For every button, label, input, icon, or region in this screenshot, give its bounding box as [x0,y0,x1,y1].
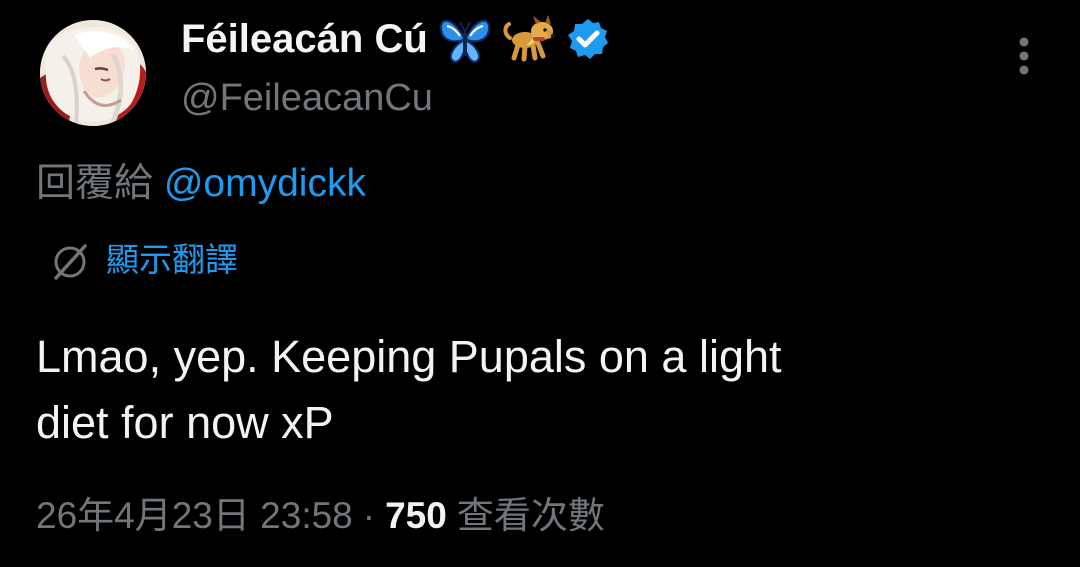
avatar-illustration [40,20,146,126]
tweet-meta: 26年4月23日 23:58 · 750 查看次數 [36,490,605,542]
more-options-icon [1019,37,1029,75]
more-options-button[interactable] [1010,34,1038,82]
dog-icon [502,14,556,64]
timestamp-link[interactable]: 26年4月23日 23:58 [36,495,353,536]
reply-prefix: 回覆給 [36,162,164,205]
display-name[interactable]: Féileacán Cú [181,14,428,64]
mention-link[interactable]: @omydickk [164,162,366,205]
reply-context: 回覆給 @omydickk [36,158,366,210]
tweet-card: Féileacán Cú @FeileacanCu 回覆給 @omydickk … [0,0,1080,567]
tweet-text: Lmao, yep. Keeping Pupals on a light die… [36,331,782,448]
author-block: Féileacán Cú @FeileacanCu [181,14,941,121]
avatar[interactable] [40,20,146,126]
meta-separator: · [362,495,376,536]
author-handle[interactable]: @FeileacanCu [181,75,941,121]
author-name-row[interactable]: Féileacán Cú [181,14,941,64]
translate-button[interactable]: 顯示翻譯 [48,235,238,285]
view-label[interactable]: 查看次數 [457,495,605,536]
butterfly-icon [438,14,492,64]
verified-badge-icon [566,17,610,61]
translate-label: 顯示翻譯 [106,241,238,278]
view-count[interactable]: 750 [385,495,447,536]
globe-slash-icon [48,238,92,282]
